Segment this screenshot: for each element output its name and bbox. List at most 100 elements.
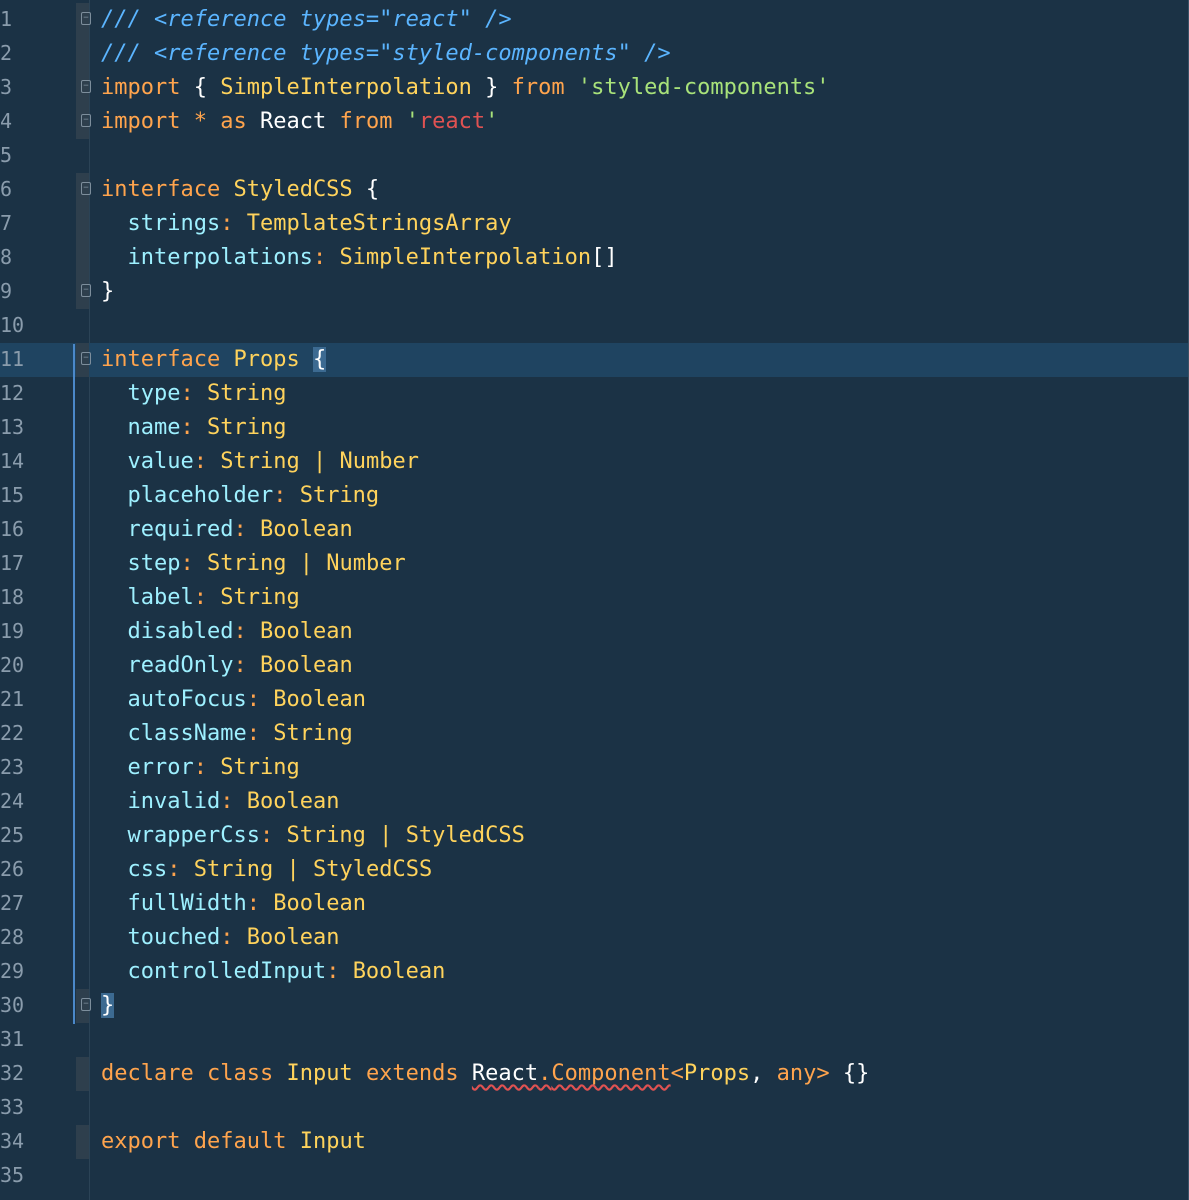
code-line[interactable]: 32 declare class Input extends React.Comp…	[0, 1057, 1188, 1091]
code-line[interactable]: 27 fullWidth: Boolean	[0, 887, 1188, 921]
code-line[interactable]: 16 required: Boolean	[0, 513, 1188, 547]
code-line[interactable]: 8 interpolations: SimpleInterpolation[]	[0, 241, 1188, 275]
fold-collapse-icon[interactable]: −	[81, 352, 91, 365]
code-line[interactable]: 5	[0, 139, 1188, 173]
fold-collapse-icon[interactable]: −	[81, 80, 91, 93]
code-token: ///	[101, 7, 154, 32]
code-line[interactable]: 6 − interface StyledCSS {	[0, 173, 1188, 207]
code-token: String	[206, 381, 287, 406]
code-text: css: String | StyledCSS	[101, 855, 433, 885]
code-token: <reference	[153, 41, 287, 66]
code-line[interactable]: 10	[0, 309, 1188, 343]
code-line[interactable]: 29 controlledInput: Boolean	[0, 955, 1188, 989]
code-line[interactable]: 2 /// <reference types="styled-components…	[0, 37, 1188, 71]
fold-collapse-icon[interactable]: −	[81, 182, 91, 195]
code-token: name	[127, 415, 181, 440]
code-line[interactable]: 31	[0, 1023, 1188, 1057]
code-token: import	[101, 109, 181, 134]
code-token: :	[220, 211, 247, 236]
fold-collapse-icon[interactable]: −	[81, 12, 91, 25]
code-token: Boolean	[259, 619, 353, 644]
code-token: value	[127, 449, 194, 474]
code-line[interactable]: 26 css: String | StyledCSS	[0, 853, 1188, 887]
line-number: 14	[0, 449, 25, 473]
code-token: label	[127, 585, 194, 610]
fold-end-icon[interactable]: −	[81, 114, 91, 127]
code-line[interactable]: 24 invalid: Boolean	[0, 785, 1188, 819]
code-text: controlledInput: Boolean	[101, 957, 446, 987]
code-line[interactable]: 23 error: String	[0, 751, 1188, 785]
code-line[interactable]: 3 − import { SimpleInterpolation } from 's…	[0, 71, 1188, 105]
code-token: :	[193, 755, 221, 780]
code-token: types="styled-components"	[299, 41, 631, 66]
code-token: as	[220, 109, 247, 134]
code-line[interactable]: 22 className: String	[0, 717, 1188, 751]
code-line[interactable]: 4 − import * as React from 'react'	[0, 105, 1188, 139]
fold-gutter-bar	[76, 1125, 89, 1159]
line-number: 1	[0, 7, 13, 31]
code-line[interactable]: 1 −/// <reference types="react" />	[0, 3, 1188, 37]
line-number: 22	[0, 721, 25, 745]
code-token: step	[127, 551, 181, 576]
code-line[interactable]: 9 −}	[0, 275, 1188, 309]
fold-end-icon[interactable]: −	[81, 998, 91, 1011]
line-number: 12	[0, 381, 25, 405]
code-token: from	[511, 75, 565, 100]
code-line[interactable]: 14 value: String | Number	[0, 445, 1188, 479]
code-token: />	[630, 41, 671, 66]
code-line[interactable]: 33	[0, 1091, 1188, 1125]
fold-end-icon[interactable]: −	[81, 284, 91, 297]
code-text: placeholder: String	[101, 481, 380, 511]
scope-indicator	[73, 344, 75, 1024]
code-text: type: String	[101, 379, 287, 409]
code-token: }	[471, 75, 512, 100]
code-token: css	[127, 857, 168, 882]
code-editor[interactable]: 1−/// <reference types="react" /> 2/// <r…	[0, 0, 1189, 1200]
code-line[interactable]: 13 name: String	[0, 411, 1188, 445]
code-text: touched: Boolean	[101, 923, 340, 953]
code-line[interactable]: 18 label: String	[0, 581, 1188, 615]
code-token: ,	[750, 1061, 777, 1086]
code-line[interactable]: 11 − interface Props {	[0, 343, 1188, 377]
code-line[interactable]: 12 type: String	[0, 377, 1188, 411]
line-number: 2	[0, 41, 13, 65]
code-line[interactable]: 35	[0, 1159, 1188, 1193]
code-line[interactable]: 19 disabled: Boolean	[0, 615, 1188, 649]
code-token: React	[246, 109, 340, 134]
code-line[interactable]: 34 export default Input	[0, 1125, 1188, 1159]
code-token: Boolean	[273, 891, 366, 916]
code-token: error	[127, 755, 194, 780]
code-token: <	[670, 1061, 684, 1086]
code-token: String	[206, 415, 287, 440]
code-line[interactable]: 15 placeholder: String	[0, 479, 1188, 513]
code-line[interactable]: 21 autoFocus: Boolean	[0, 683, 1188, 717]
code-token: strings	[127, 211, 221, 236]
code-token: Boolean	[246, 789, 340, 814]
line-number: 13	[0, 415, 25, 439]
code-token: }	[101, 279, 115, 304]
code-token: class	[206, 1061, 274, 1086]
code-token: }	[101, 993, 115, 1018]
code-line[interactable]: 17 step: String | Number	[0, 547, 1188, 581]
code-line[interactable]: 30 −}	[0, 989, 1188, 1023]
code-line[interactable]: 20 readOnly: Boolean	[0, 649, 1188, 683]
code-token: {	[352, 177, 380, 202]
code-line[interactable]: 28 touched: Boolean	[0, 921, 1188, 955]
code-text: wrapperCss: String | StyledCSS	[101, 821, 525, 851]
code-token: String	[220, 585, 300, 610]
code-token: :	[220, 925, 247, 950]
code-line[interactable]: 25 wrapperCss: String | StyledCSS	[0, 819, 1188, 853]
line-number: 10	[0, 313, 25, 337]
code-line[interactable]: 7 strings: TemplateStringsArray	[0, 207, 1188, 241]
code-token: SimpleInterpolation	[220, 75, 472, 100]
